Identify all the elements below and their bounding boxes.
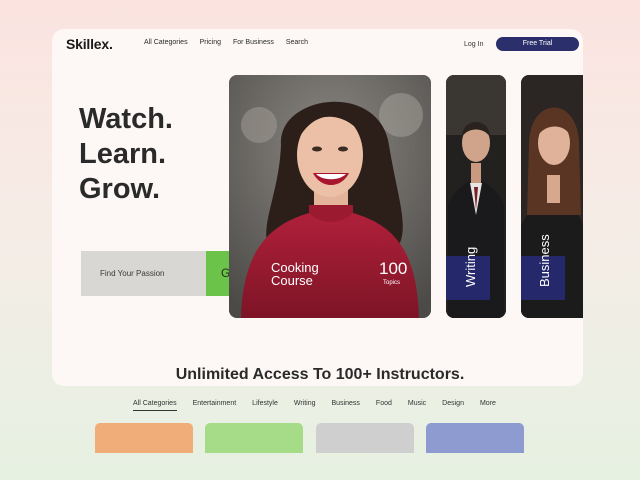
brand-logo[interactable]: Skillex. [66,36,113,52]
cooking-course-card[interactable]: Cooking Course 100 Topics [229,75,431,318]
business-label: Business [537,234,552,287]
brand-dot: . [108,36,113,52]
headline-line-watch: Watch. [79,103,173,135]
tab-all-categories[interactable]: All Categories [133,400,177,411]
hero-headline: Watch. Learn. Grow. [79,102,173,207]
course-title-line2: Course [271,273,313,288]
brand-name: Skillex [66,36,109,52]
nav-item-for-business[interactable]: For Business [233,39,274,46]
tab-music[interactable]: Music [408,400,426,411]
smiling-woman-photo [229,75,431,318]
tab-food[interactable]: Food [376,400,392,411]
search-input[interactable]: Find Your Passion [81,251,207,296]
category-card-orange[interactable] [95,423,193,453]
tab-design[interactable]: Design [442,400,464,411]
topics-count: 100 [379,259,408,278]
tab-business[interactable]: Business [332,400,360,411]
hero-card: Skillex. All Categories Pricing For Busi… [52,29,583,386]
headline-line-grow: Grow. [79,173,161,205]
free-trial-button[interactable]: Free Trial [496,37,579,51]
tab-lifestyle[interactable]: Lifestyle [252,400,278,411]
business-category-card[interactable]: Business [521,75,583,318]
nav-item-pricing[interactable]: Pricing [200,39,221,46]
main-nav: All Categories Pricing For Business Sear… [144,39,308,46]
category-card-green[interactable] [205,423,303,453]
headline-line-learn: Learn. [79,138,167,170]
topics-label: Topics [383,280,401,286]
section-title: Unlimited Access To 100+ Instructors. [175,366,465,383]
tab-more[interactable]: More [480,400,496,411]
category-tabs: All Categories Entertainment Lifestyle W… [133,400,496,411]
course-title: Cooking Course [271,261,319,287]
nav-item-all-categories[interactable]: All Categories [144,39,188,46]
category-card-gray[interactable] [316,423,414,453]
writing-label: Writing [463,246,478,287]
tab-entertainment[interactable]: Entertainment [193,400,237,411]
category-card-blue[interactable] [426,423,524,453]
nav-item-search[interactable]: Search [286,39,308,46]
login-link[interactable]: Log In [464,41,483,48]
tab-writing[interactable]: Writing [294,400,316,411]
writing-category-card[interactable]: Writing [446,75,506,318]
